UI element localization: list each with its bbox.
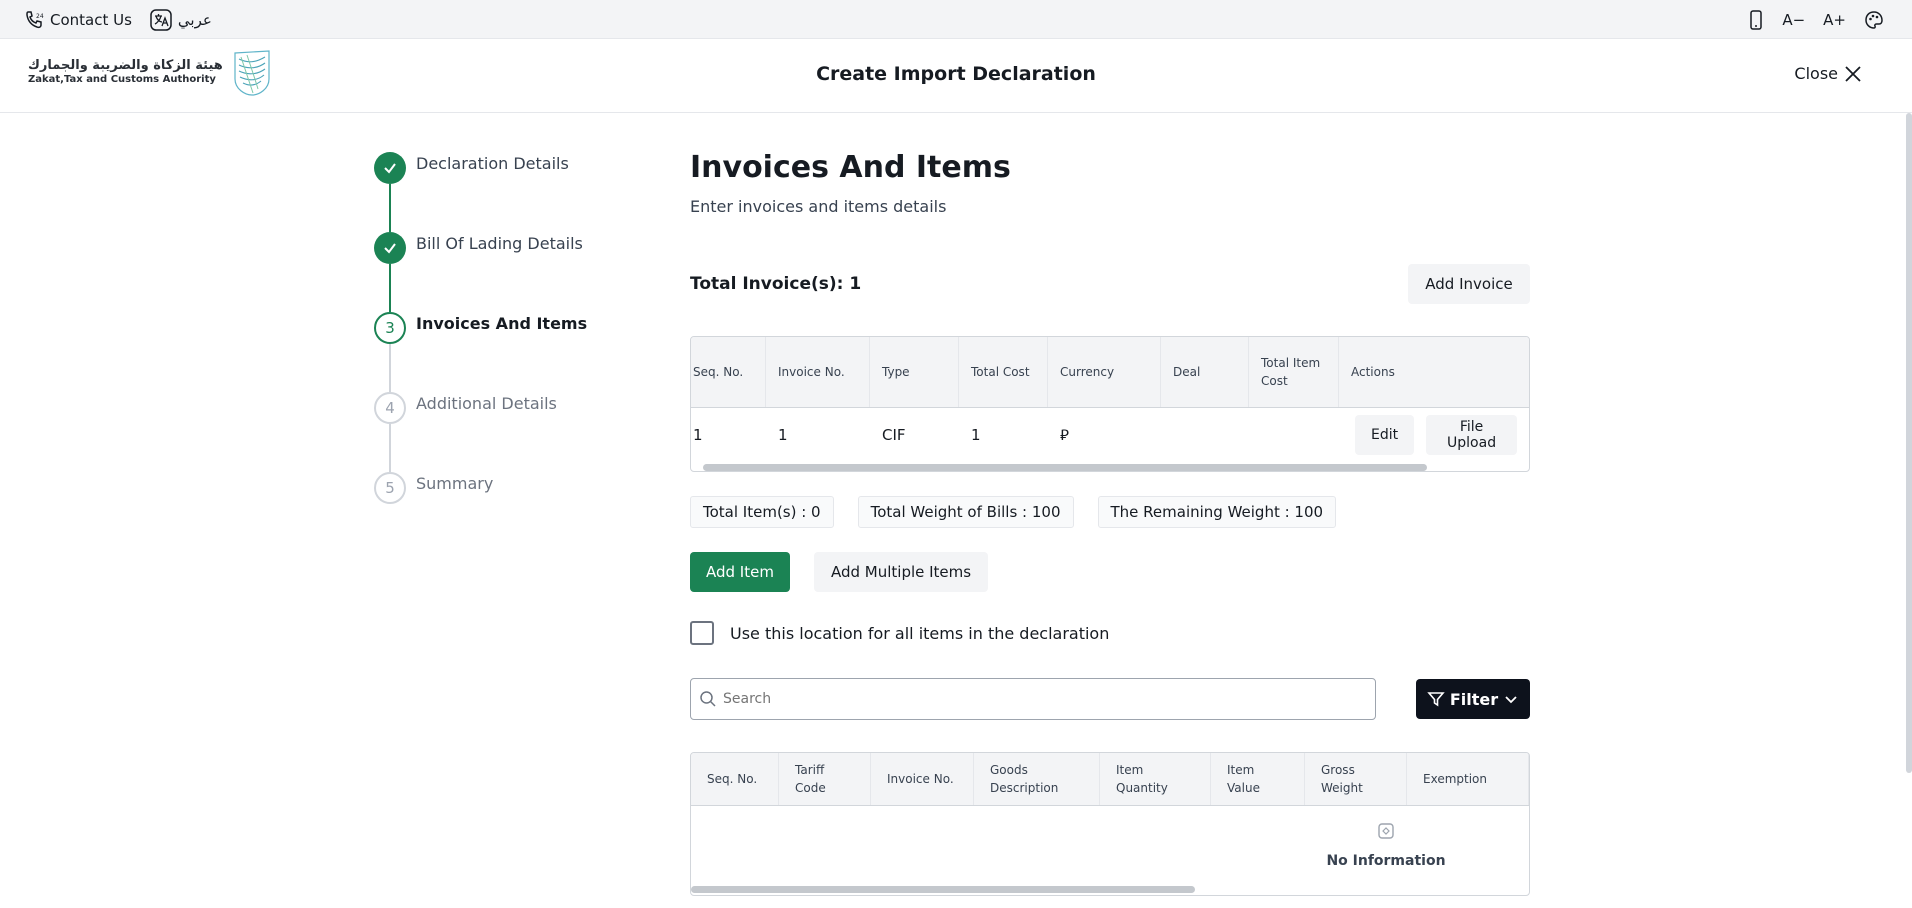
palette-icon[interactable] <box>1864 10 1884 30</box>
close-button[interactable]: Close <box>1794 64 1862 83</box>
page-title: Create Import Declaration <box>816 63 1096 85</box>
contact-us-label: Contact Us <box>50 10 132 29</box>
step-connector <box>389 184 391 232</box>
col-currency[interactable]: Currency <box>1048 337 1161 407</box>
check-icon <box>384 243 396 254</box>
mobile-icon[interactable] <box>1748 9 1764 30</box>
col-item-quantity[interactable]: Item Quantity <box>1100 753 1211 805</box>
step-3-label: Invoices And Items <box>416 314 588 333</box>
empty-state: No Information <box>1313 821 1459 869</box>
step-2-label: Bill Of Lading Details <box>416 234 583 253</box>
page-header: هيئة الزكاة والضريبة والجمارك Zakat,Tax … <box>0 39 1912 113</box>
chevron-down-icon <box>1505 696 1517 704</box>
step-1-circle <box>374 152 406 184</box>
search-icon <box>700 691 716 707</box>
main-content: Invoices And Items Enter invoices and it… <box>690 150 1530 896</box>
check-icon <box>384 163 396 174</box>
col-actions: Actions <box>1351 365 1395 379</box>
empty-box-icon <box>1378 823 1394 839</box>
invoice-summary-row: Total Invoice(s): 1 Add Invoice <box>690 264 1530 304</box>
phone-support-icon: 24 <box>26 10 44 28</box>
step-5-circle: 5 <box>374 472 406 504</box>
contact-us-link[interactable]: 24 Contact Us <box>24 10 132 30</box>
utility-left-group: 24 Contact Us عربي <box>24 0 212 39</box>
svg-text:24: 24 <box>36 13 44 20</box>
col-deal[interactable]: Deal <box>1161 337 1249 407</box>
step-connector <box>389 424 391 472</box>
item-actions: Add Item Add Multiple Items <box>690 552 989 592</box>
add-multiple-items-button[interactable]: Add Multiple Items <box>813 552 989 592</box>
filter-button[interactable]: Filter <box>1416 679 1530 719</box>
remaining-weight-chip: The Remaining Weight : 100 <box>1097 496 1337 528</box>
progress-stepper: Declaration Details Bill Of Lading Detai… <box>374 152 634 552</box>
col-total-cost[interactable]: Total Cost <box>959 337 1048 407</box>
col-invoice-no[interactable]: Invoice No. <box>871 753 974 805</box>
col-total-item-cost[interactable]: Total Item Cost <box>1249 337 1339 407</box>
invoice-table: Seq. No. Invoice No. Type Total Cost Cur… <box>690 336 1530 472</box>
close-icon <box>1845 65 1861 82</box>
step-additional-details[interactable]: 4 Additional Details <box>374 392 634 472</box>
filter-icon <box>1427 692 1445 707</box>
col-goods-description[interactable]: Goods Description <box>974 753 1100 805</box>
section-subtitle: Enter invoices and items details <box>690 197 947 216</box>
cell-total-cost: 1 <box>971 426 981 444</box>
font-increase-button[interactable]: A+ <box>1823 11 1846 29</box>
total-weight-chip: Total Weight of Bills : 100 <box>857 496 1074 528</box>
language-label: عربي <box>177 10 212 29</box>
add-invoice-button[interactable]: Add Invoice <box>1408 264 1530 304</box>
step-2-circle <box>374 232 406 264</box>
col-type[interactable]: Type <box>870 337 959 407</box>
cell-currency-riyal-symbol: ⃁ <box>1060 425 1069 444</box>
step-3-circle: 3 <box>374 312 406 344</box>
utility-right-group: A− A+ <box>1748 0 1884 39</box>
items-table: Seq. No. Tariff Code Invoice No. Goods D… <box>690 752 1530 896</box>
col-exemption[interactable]: Exemption <box>1407 753 1529 805</box>
total-items-chip: Total Item(s) : 0 <box>690 496 834 528</box>
step-declaration-details[interactable]: Declaration Details <box>374 152 634 232</box>
step-5-label: Summary <box>416 474 494 493</box>
cell-actions: Edit File Upload <box>1339 415 1529 455</box>
close-label: Close <box>1794 64 1838 83</box>
step-summary[interactable]: 5 Summary <box>374 472 634 552</box>
language-switch[interactable]: عربي <box>150 8 212 31</box>
items-table-scrollbar[interactable] <box>691 886 1195 893</box>
col-seq-no[interactable]: Seq. No. <box>691 337 766 407</box>
step-1-label: Declaration Details <box>416 154 569 173</box>
cell-invoice-no: 1 <box>778 426 788 444</box>
items-table-header: Seq. No. Tariff Code Invoice No. Goods D… <box>691 753 1529 806</box>
add-item-button[interactable]: Add Item <box>690 552 790 592</box>
step-connector <box>389 344 391 392</box>
utility-bar: 24 Contact Us عربي A− A+ <box>0 0 1912 39</box>
step-4-label: Additional Details <box>416 394 557 413</box>
summary-chips: Total Item(s) : 0 Total Weight of Bills … <box>690 496 1337 528</box>
section-title: Invoices And Items <box>690 150 1011 185</box>
translate-icon <box>150 8 172 31</box>
cell-type: CIF <box>882 426 906 444</box>
col-invoice-no[interactable]: Invoice No. <box>766 337 870 407</box>
step-invoices-and-items[interactable]: 3 Invoices And Items <box>374 312 634 392</box>
step-4-circle: 4 <box>374 392 406 424</box>
step-bill-of-lading[interactable]: Bill Of Lading Details <box>374 232 634 312</box>
search-field[interactable] <box>690 678 1376 720</box>
location-checkbox-label: Use this location for all items in the d… <box>730 623 1110 643</box>
location-checkbox-row: Use this location for all items in the d… <box>690 621 1109 645</box>
page-scrollbar[interactable] <box>1906 113 1912 773</box>
font-decrease-button[interactable]: A− <box>1782 11 1805 29</box>
step-connector <box>389 264 391 312</box>
col-seq-no[interactable]: Seq. No. <box>691 753 779 805</box>
empty-state-label: No Information <box>1326 853 1446 869</box>
col-tariff-code[interactable]: Tariff Code <box>779 753 871 805</box>
total-invoices-count: Total Invoice(s): 1 <box>690 274 862 294</box>
table-row: 1 1 CIF 1 ⃁ Edit File Upload <box>691 408 1529 462</box>
search-input[interactable] <box>723 691 1367 707</box>
invoice-table-scrollbar[interactable] <box>703 464 1427 471</box>
col-item-value[interactable]: Item Value <box>1211 753 1305 805</box>
filter-label: Filter <box>1449 689 1499 709</box>
cell-seq-no: 1 <box>693 426 703 444</box>
edit-invoice-button[interactable]: Edit <box>1355 415 1415 455</box>
file-upload-button[interactable]: File Upload <box>1426 415 1517 455</box>
col-gross-weight[interactable]: Gross Weight <box>1305 753 1407 805</box>
invoice-table-header: Seq. No. Invoice No. Type Total Cost Cur… <box>691 337 1529 408</box>
location-checkbox[interactable] <box>690 621 714 645</box>
